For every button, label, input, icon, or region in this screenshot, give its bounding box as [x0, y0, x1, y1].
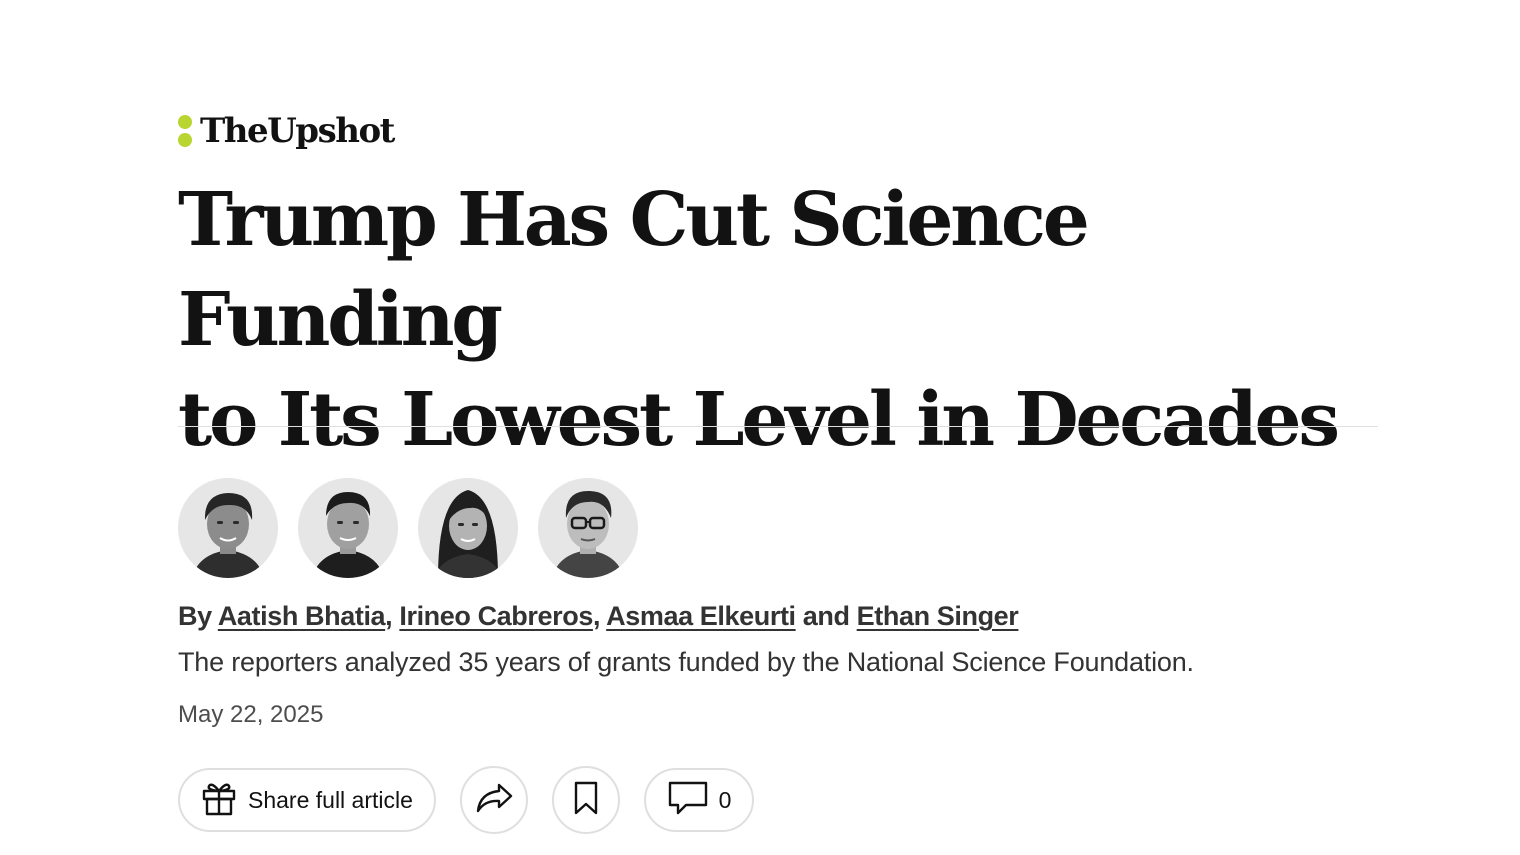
avatar-irineo-cabreros[interactable]	[298, 478, 398, 578]
headline-line-1: Trump Has Cut Science Funding	[178, 177, 1090, 363]
avatar-asmaa-elkeurti[interactable]	[418, 478, 518, 578]
article-actions: Share full article 0	[178, 766, 778, 834]
comment-bubble-icon	[667, 780, 709, 821]
bookmark-icon	[573, 780, 599, 821]
author-link[interactable]: Asmaa Elkeurti	[606, 601, 796, 631]
headline: Trump Has Cut Science Funding to Its Low…	[178, 170, 1388, 470]
share-full-article-label: Share full article	[248, 786, 413, 813]
headline-line-2: to Its Lowest Level in Decades	[178, 377, 1340, 463]
comment-count: 0	[718, 786, 732, 813]
section-kicker[interactable]: TheUpshot	[178, 110, 395, 152]
byline-conjunction: and	[802, 601, 850, 631]
publish-date: May 22, 2025	[178, 701, 324, 728]
share-arrow-icon	[474, 781, 514, 820]
avatar-ethan-singer[interactable]	[538, 478, 638, 578]
divider	[178, 426, 1378, 427]
gift-icon	[200, 779, 238, 822]
author-link[interactable]: Ethan Singer	[857, 601, 1019, 631]
article-summary: The reporters analyzed 35 years of grant…	[178, 647, 1194, 677]
save-button[interactable]	[552, 766, 620, 834]
byline-prefix: By	[178, 601, 212, 631]
byline-separator: ,	[592, 601, 607, 631]
byline: By Aatish Bhatia, Irineo Cabreros, Asmaa…	[178, 598, 1019, 634]
share-full-article-button[interactable]: Share full article	[178, 768, 436, 832]
section-name[interactable]: TheUpshot	[200, 111, 395, 151]
comments-button[interactable]: 0	[644, 768, 754, 832]
author-link[interactable]: Irineo Cabreros	[399, 601, 593, 631]
upshot-logo-dots-icon	[178, 115, 192, 147]
author-link[interactable]: Aatish Bhatia	[218, 601, 386, 631]
avatar-aatish-bhatia[interactable]	[178, 478, 278, 578]
share-button[interactable]	[460, 766, 528, 834]
byline-separator: ,	[385, 601, 400, 631]
author-avatars	[178, 478, 658, 578]
